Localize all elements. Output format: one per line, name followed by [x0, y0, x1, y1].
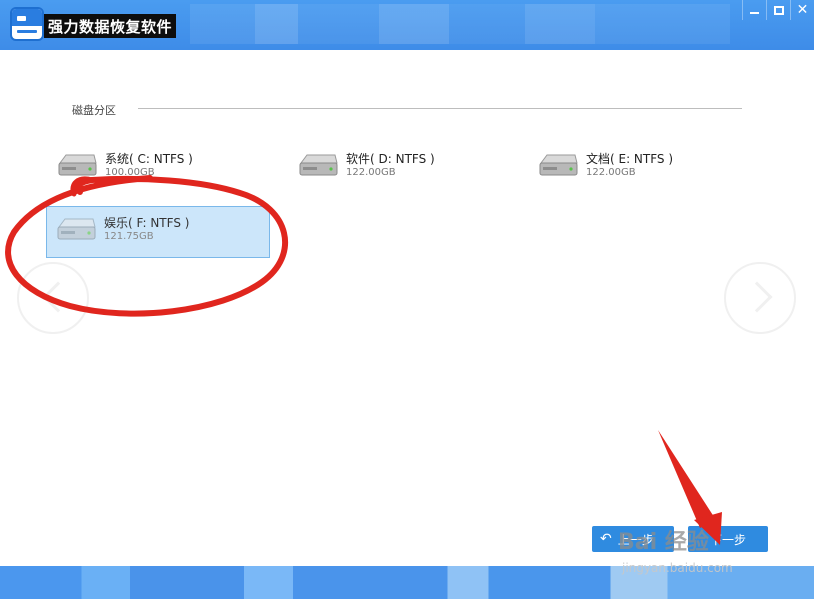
back-arrow-icon: ↶	[600, 531, 612, 547]
drive-name: 系统( C: NTFS )	[105, 152, 193, 166]
section-divider	[138, 108, 742, 109]
red-annotation-overlay	[5, 175, 722, 545]
maximize-icon	[773, 5, 784, 15]
drive-item-e[interactable]: 文档( E: NTFS ) 122.00GB	[529, 143, 729, 195]
baidu-watermark: Bai 经验	[618, 530, 709, 555]
drive-item-c[interactable]: 系统( C: NTFS ) 100.00GB	[48, 143, 248, 195]
hard-drive-icon	[57, 218, 96, 240]
drive-name: 软件( D: NTFS )	[346, 152, 435, 166]
prev-page-button[interactable]	[17, 262, 89, 334]
drive-item-f[interactable]: 娱乐( F: NTFS ) 121.75GB	[46, 206, 270, 258]
next-page-button[interactable]	[724, 262, 796, 334]
drive-item-d[interactable]: 软件( D: NTFS ) 122.00GB	[289, 143, 489, 195]
next-button-label: 下一步	[710, 532, 747, 547]
app-logo-icon	[10, 7, 44, 41]
minimize-icon	[750, 12, 759, 14]
title-bar-pixelated-area	[190, 4, 730, 44]
drive-size: 122.00GB	[346, 167, 396, 178]
close-icon: ✕	[796, 2, 809, 18]
drive-name: 娱乐( F: NTFS )	[104, 216, 190, 230]
drive-size: 121.75GB	[104, 231, 154, 242]
close-button[interactable]: ✕	[790, 0, 814, 20]
hard-drive-icon	[58, 154, 97, 176]
hard-drive-icon	[539, 154, 578, 176]
drive-size: 100.00GB	[105, 167, 155, 178]
drive-name: 文档( E: NTFS )	[586, 152, 674, 166]
baidu-watermark-url: jingyan.baidu.com	[622, 561, 733, 575]
partition-section-label: 磁盘分区	[72, 104, 116, 117]
annotation-arrow	[658, 430, 716, 528]
minimize-button[interactable]	[742, 0, 766, 20]
chevron-left-icon	[42, 281, 74, 313]
app-title: 强力数据恢复软件	[44, 14, 177, 38]
maximize-button[interactable]	[766, 0, 790, 20]
hard-drive-icon	[299, 154, 338, 176]
drive-size: 122.00GB	[586, 167, 636, 178]
chevron-right-icon	[741, 281, 773, 313]
window-controls: ✕	[742, 0, 814, 20]
title-bar: 强力数据恢复软件 ✕	[0, 0, 814, 50]
